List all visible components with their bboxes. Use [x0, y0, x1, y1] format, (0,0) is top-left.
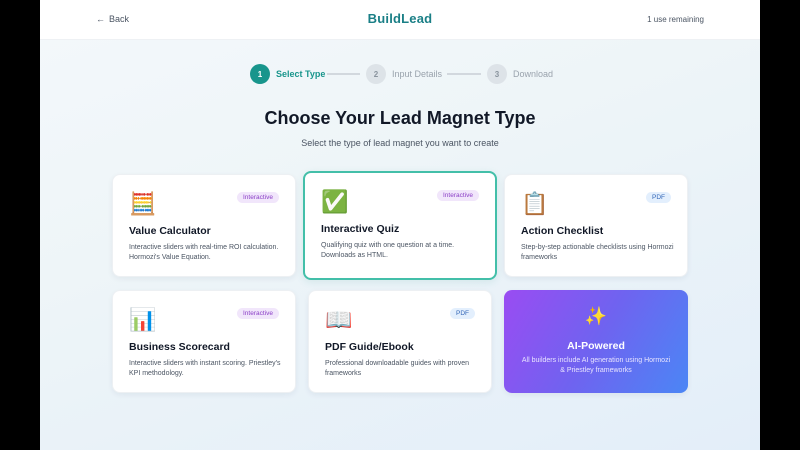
- step-number: 3: [487, 64, 507, 84]
- card-title: Interactive Quiz: [321, 223, 400, 235]
- bar-chart-icon: 📊: [129, 307, 157, 332]
- step-connector: [447, 73, 481, 75]
- card-action-checklist[interactable]: 📋 PDF Action Checklist Step-by-step acti…: [504, 174, 688, 277]
- check-mark-icon: ✅: [321, 189, 349, 214]
- card-title: Action Checklist: [521, 225, 604, 237]
- clipboard-icon: 📋: [521, 191, 549, 216]
- type-badge: PDF: [646, 192, 671, 203]
- step-download: 3 Download: [487, 63, 553, 85]
- page-subtitle: Select the type of lead magnet you want …: [301, 138, 499, 148]
- app-frame: ← Back BuildLead 1 use remaining 1 Select…: [40, 0, 760, 450]
- step-select-type: 1 Select Type: [250, 63, 325, 85]
- type-badge: PDF: [450, 308, 475, 319]
- step-label: Input Details: [392, 69, 443, 79]
- step-input-details: 2 Input Details: [366, 63, 442, 85]
- card-title: PDF Guide/Ebook: [325, 341, 414, 353]
- card-description: Interactive sliders with real-time ROI c…: [129, 244, 279, 261]
- card-description: Interactive sliders with instant scoring…: [129, 360, 281, 377]
- card-description: Step-by-step actionable checklists using…: [521, 244, 674, 261]
- top-header: ← Back BuildLead 1 use remaining: [40, 0, 760, 40]
- type-badge: Interactive: [237, 308, 279, 319]
- open-book-icon: 📖: [325, 307, 353, 332]
- ai-card-description: All builders include AI generation using…: [521, 357, 671, 374]
- step-label: Download: [513, 69, 554, 79]
- sparkles-icon: ✨: [584, 306, 608, 326]
- progress-stepper: 1 Select Type 2 Input Details 3 Download: [40, 63, 760, 85]
- card-interactive-quiz[interactable]: ✅ Interactive Interactive Quiz Qualifyin…: [303, 171, 497, 280]
- card-business-scorecard[interactable]: 📊 Interactive Business Scorecard Interac…: [112, 290, 296, 393]
- card-title: Value Calculator: [129, 225, 211, 237]
- step-label: Select Type: [276, 69, 326, 79]
- step-connector: [327, 73, 360, 75]
- page-title: Choose Your Lead Magnet Type: [264, 108, 536, 128]
- card-pdf-guide[interactable]: 📖 PDF PDF Guide/Ebook Professional downl…: [308, 290, 492, 393]
- type-badge: Interactive: [237, 192, 279, 203]
- type-badge: Interactive: [437, 190, 479, 201]
- abacus-icon: 🧮: [129, 191, 157, 216]
- step-number: 1: [250, 64, 270, 84]
- card-value-calculator[interactable]: 🧮 Interactive Value Calculator Interacti…: [112, 174, 296, 277]
- step-number: 2: [366, 64, 386, 84]
- ai-card-title: AI-Powered: [567, 340, 625, 352]
- card-description: Qualifying quiz with one question at a t…: [321, 242, 455, 259]
- uses-remaining: 1 use remaining: [647, 15, 704, 24]
- card-description: Professional downloadable guides with pr…: [325, 360, 469, 377]
- ai-powered-card: ✨ AI-Powered All builders include AI gen…: [504, 290, 688, 393]
- card-title: Business Scorecard: [129, 341, 230, 353]
